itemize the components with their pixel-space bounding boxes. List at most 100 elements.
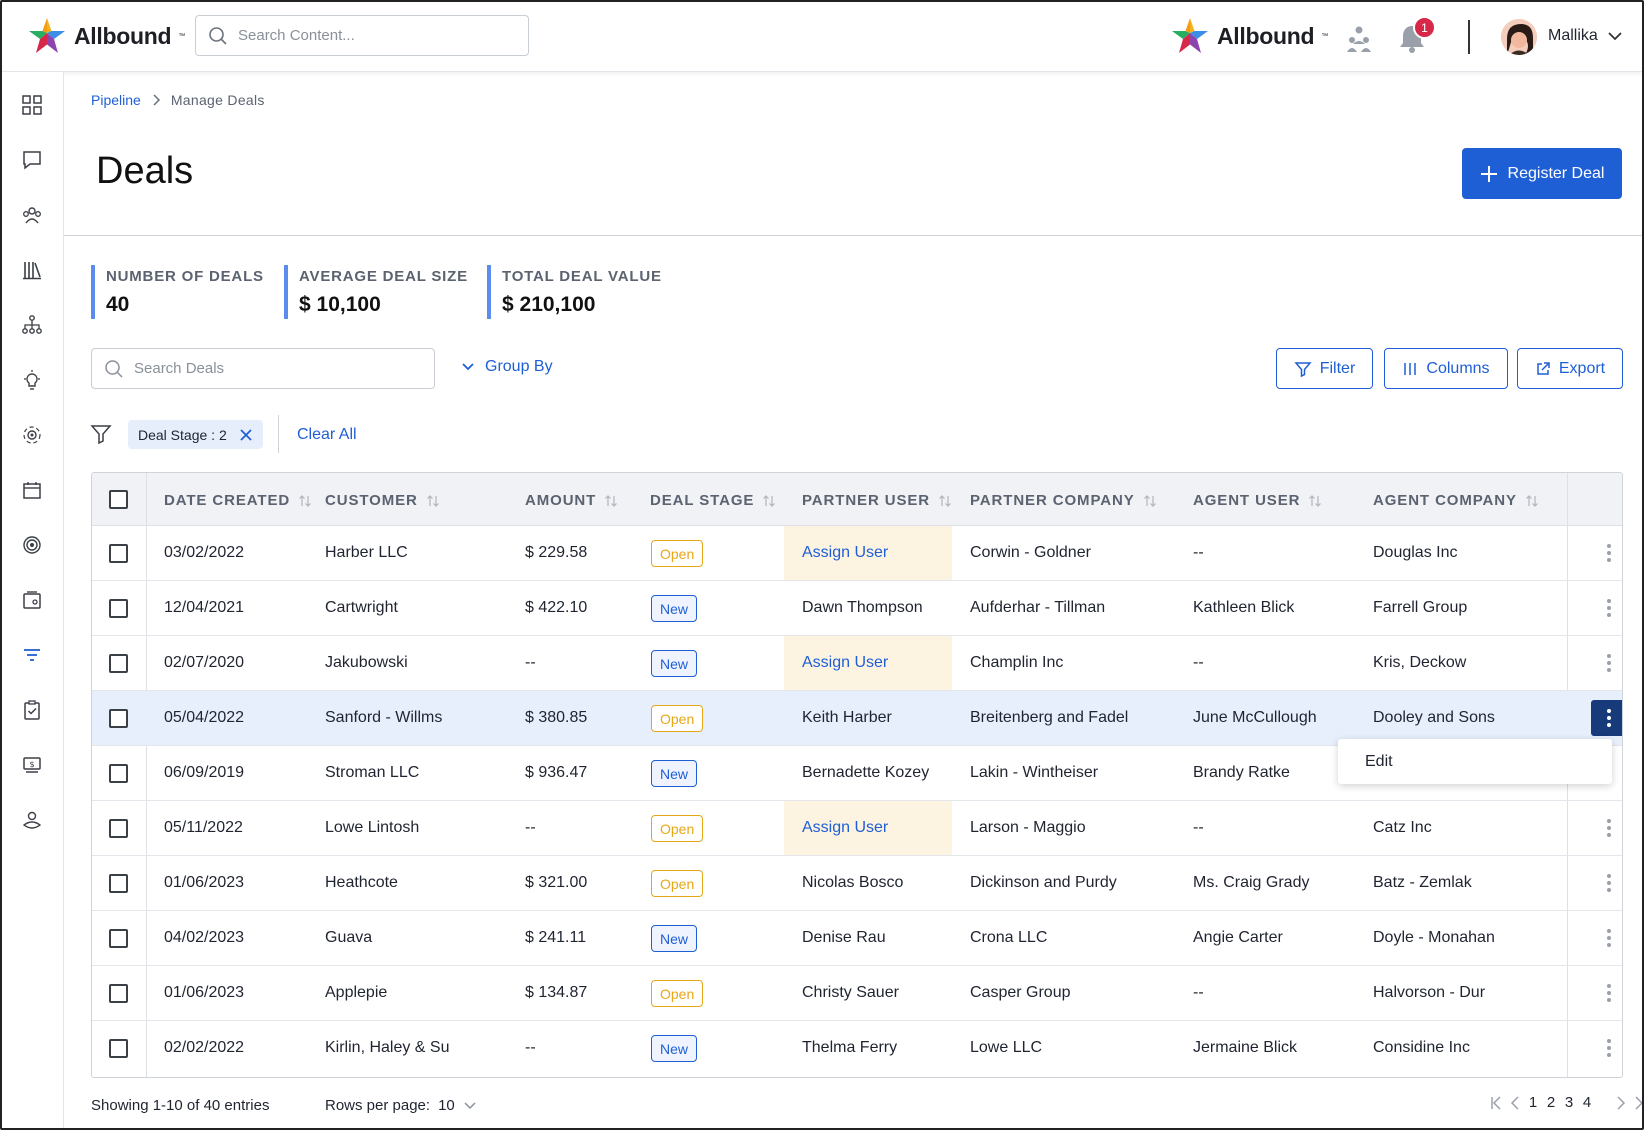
menu-item-edit[interactable]: Edit — [1365, 753, 1393, 771]
breadcrumb-pipeline-link[interactable]: Pipeline — [91, 92, 141, 108]
chevron-down-icon[interactable] — [463, 1101, 477, 1111]
filter-chip-deal-stage[interactable]: Deal Stage : 2 — [128, 420, 263, 449]
sidebar-calendar-icon[interactable] — [20, 478, 44, 502]
row-actions-button[interactable] — [1591, 645, 1622, 681]
column-header-partner-user[interactable]: PARTNER USER — [802, 492, 952, 509]
rows-per-page[interactable]: Rows per page: 10 — [325, 1097, 477, 1114]
filter-icon — [1294, 361, 1312, 377]
sort-icon[interactable] — [1308, 494, 1322, 508]
table-row[interactable]: 05/11/2022 Lowe Lintosh -- Open Assign U… — [92, 801, 1622, 856]
next-page-icon[interactable] — [1615, 1095, 1627, 1111]
row-checkbox[interactable] — [109, 599, 128, 618]
last-page-icon[interactable] — [1633, 1095, 1644, 1111]
filter-button[interactable]: Filter — [1276, 348, 1373, 389]
sidebar-library-icon[interactable] — [20, 258, 44, 282]
table-row[interactable]: 04/02/2023 Guava $ 241.11 New Denise Rau… — [92, 911, 1622, 966]
sort-icon[interactable] — [298, 494, 312, 508]
sidebar-payments-icon[interactable]: $ — [20, 753, 44, 777]
page-number[interactable]: 3 — [1563, 1094, 1575, 1111]
assign-user-link[interactable]: Assign User — [802, 654, 888, 672]
row-actions-button[interactable] — [1591, 920, 1622, 956]
sidebar-tasks-icon[interactable] — [20, 698, 44, 722]
row-checkbox[interactable] — [109, 984, 128, 1003]
rows-per-page-value[interactable]: 10 — [438, 1097, 455, 1114]
export-button[interactable]: Export — [1517, 348, 1623, 389]
table-row[interactable]: 01/06/2023 Heathcote $ 321.00 Open Nicol… — [92, 856, 1622, 911]
page-number[interactable]: 4 — [1581, 1094, 1593, 1111]
row-checkbox[interactable] — [109, 764, 128, 783]
org-chart-icon[interactable] — [1344, 24, 1374, 54]
cell-partner-company: Dickinson and Purdy — [970, 874, 1117, 891]
chevron-down-icon[interactable] — [1607, 30, 1623, 42]
row-actions-button[interactable] — [1591, 535, 1622, 571]
prev-page-icon[interactable] — [1509, 1095, 1521, 1111]
row-actions-menu: Edit — [1338, 739, 1612, 784]
page-number[interactable]: 1 — [1527, 1094, 1539, 1111]
close-icon[interactable] — [239, 428, 253, 442]
sidebar-integrations-icon[interactable] — [20, 423, 44, 447]
table-row[interactable]: 12/04/2021 Cartwright $ 422.10 New Dawn … — [92, 581, 1622, 636]
sort-icon[interactable] — [604, 494, 618, 508]
page-number[interactable]: 2 — [1545, 1094, 1557, 1111]
column-header-agent-user[interactable]: AGENT USER — [1193, 492, 1322, 509]
sort-icon[interactable] — [426, 494, 440, 508]
row-checkbox[interactable] — [109, 819, 128, 838]
column-header-deal-stage[interactable]: DEAL STAGE — [650, 492, 776, 509]
register-deal-button[interactable]: Register Deal — [1462, 148, 1622, 199]
sort-icon[interactable] — [938, 494, 952, 508]
sidebar-pipeline-icon[interactable] — [20, 643, 44, 667]
avatar[interactable] — [1501, 19, 1537, 55]
sort-icon[interactable] — [1525, 494, 1539, 508]
column-header-customer[interactable]: CUSTOMER — [325, 492, 440, 509]
row-checkbox[interactable] — [109, 1039, 128, 1058]
column-header-agent-company[interactable]: AGENT COMPANY — [1373, 492, 1539, 509]
table-row[interactable]: 02/07/2020 Jakubowski -- New Assign User… — [92, 636, 1622, 691]
assign-user-link[interactable]: Assign User — [802, 544, 888, 562]
row-checkbox[interactable] — [109, 654, 128, 673]
cell-partner-company: Breitenberg and Fadel — [970, 709, 1129, 726]
row-actions-button[interactable] — [1591, 975, 1622, 1011]
assign-user-link[interactable]: Assign User — [802, 819, 888, 837]
cell-agent-company: Dooley and Sons — [1373, 709, 1495, 726]
sort-icon[interactable] — [1143, 494, 1157, 508]
select-all-checkbox[interactable] — [109, 490, 128, 509]
cell-amount: -- — [525, 1039, 536, 1056]
table-row[interactable]: 02/02/2022 Kirlin, Haley & Su -- New The… — [92, 1021, 1622, 1076]
row-actions-button[interactable] — [1591, 590, 1622, 626]
sidebar-wallet-icon[interactable] — [20, 588, 44, 612]
clear-all-link[interactable]: Clear All — [297, 426, 357, 444]
row-checkbox[interactable] — [109, 929, 128, 948]
deal-search[interactable] — [91, 348, 435, 389]
sidebar-goals-icon[interactable] — [20, 533, 44, 557]
sidebar-ideas-icon[interactable] — [20, 368, 44, 392]
sidebar-community-icon[interactable] — [20, 203, 44, 227]
table-row[interactable]: 01/06/2023 Applepie $ 134.87 Open Christ… — [92, 966, 1622, 1021]
cell-agent-company: Farrell Group — [1373, 599, 1468, 616]
row-actions-button-active[interactable] — [1591, 700, 1622, 736]
columns-button[interactable]: Columns — [1384, 348, 1508, 389]
global-search-input[interactable] — [238, 27, 518, 44]
group-by-dropdown[interactable]: Group By — [461, 358, 553, 376]
sort-icon[interactable] — [762, 494, 776, 508]
column-header-partner-company[interactable]: PARTNER COMPANY — [970, 492, 1157, 509]
global-search[interactable] — [195, 15, 529, 56]
sidebar-partner-icon[interactable] — [20, 808, 44, 832]
first-page-icon[interactable] — [1489, 1095, 1503, 1111]
column-header-date-created[interactable]: DATE CREATED — [164, 492, 312, 509]
sidebar-hierarchy-icon[interactable] — [20, 313, 44, 337]
row-actions-button[interactable] — [1591, 865, 1622, 901]
row-actions-button[interactable] — [1591, 1030, 1622, 1066]
cell-partner-company: Larson - Maggio — [970, 819, 1086, 836]
table-row[interactable]: 03/02/2022 Harber LLC $ 229.58 Open Assi… — [92, 526, 1622, 581]
brand-logo[interactable]: Allbound ™ — [26, 15, 185, 57]
table-row-selected[interactable]: 05/04/2022 Sanford - Willms $ 380.85 Ope… — [92, 691, 1622, 746]
user-name[interactable]: Mallika — [1548, 27, 1598, 45]
sidebar-dashboard-icon[interactable] — [20, 93, 44, 117]
row-checkbox[interactable] — [109, 544, 128, 563]
sidebar-messages-icon[interactable] — [20, 148, 44, 172]
deal-search-input[interactable] — [134, 360, 424, 377]
column-header-amount[interactable]: AMOUNT — [525, 492, 618, 509]
row-checkbox[interactable] — [109, 874, 128, 893]
row-checkbox[interactable] — [109, 709, 128, 728]
row-actions-button[interactable] — [1591, 810, 1622, 846]
